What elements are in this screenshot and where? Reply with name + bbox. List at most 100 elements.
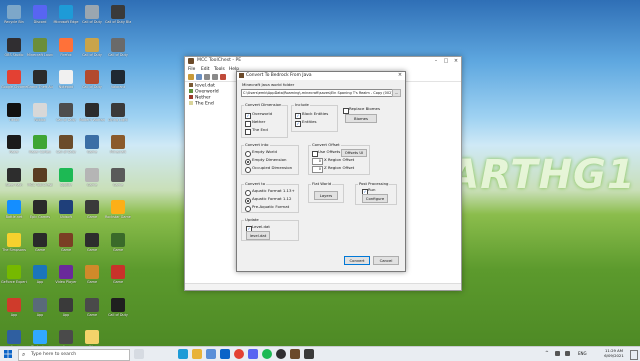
tree-item-the-end[interactable]: The End — [189, 101, 214, 107]
windows-start-icon[interactable] — [3, 349, 13, 359]
aquatic-113-radio[interactable] — [245, 190, 251, 196]
desktop-icon[interactable]: Game — [27, 231, 53, 259]
the-end-checkbox[interactable] — [245, 129, 251, 135]
task-view-icon[interactable] — [134, 349, 144, 359]
minecraft-taskbar-icon[interactable] — [304, 349, 314, 359]
tray-chevron-icon[interactable]: ^ — [545, 351, 549, 356]
browse-folder-button[interactable]: ... — [392, 89, 401, 97]
desktop-icon[interactable]: Call of Duty — [79, 36, 105, 64]
pre-aquatic-radio[interactable] — [245, 206, 251, 212]
menu-file[interactable]: File — [188, 67, 195, 72]
desktop-icon[interactable]: TikTok — [1, 101, 27, 129]
taskbar-search-box[interactable]: ⌕ Type here to search — [18, 349, 130, 361]
desktop-icon[interactable]: Game — [79, 133, 105, 161]
desktop-icon[interactable]: Game — [105, 166, 131, 194]
desktop-icon[interactable]: Recycle Bin — [1, 3, 27, 31]
desktop-icon[interactable]: Call of Duty — [105, 36, 131, 64]
offsets-ui-button[interactable]: Offsets UI — [341, 149, 367, 157]
desktop-icon[interactable]: Razer Cortex — [27, 133, 53, 161]
desktop-icon[interactable]: Spotify — [53, 166, 79, 194]
close-icon[interactable]: × — [451, 57, 461, 66]
language-indicator[interactable]: ENG — [578, 351, 587, 356]
dialog-close-icon[interactable]: × — [395, 71, 405, 80]
discord-taskbar-icon[interactable] — [248, 349, 258, 359]
volume-icon[interactable] — [565, 351, 570, 356]
level-dat-button[interactable]: level.dat — [246, 231, 270, 240]
biomes-button[interactable]: Biomes — [345, 114, 377, 123]
desktop-icon[interactable]: App — [53, 296, 79, 324]
aquatic-112-radio[interactable] — [245, 198, 251, 204]
desktop-icon[interactable]: Game — [105, 263, 131, 291]
network-icon[interactable] — [555, 351, 560, 356]
desktop-icon[interactable]: Video Player — [53, 263, 79, 291]
desktop-icon[interactable]: Game — [79, 198, 105, 226]
desktop-icon[interactable]: Firefox — [53, 36, 79, 64]
desktop-icon[interactable]: Google Chrome — [1, 68, 27, 96]
desktop-icon[interactable]: Game — [79, 166, 105, 194]
desktop-icon[interactable]: Call of Duty — [79, 68, 105, 96]
maximize-icon[interactable]: □ — [441, 57, 451, 66]
desktop-icon[interactable]: Game — [53, 231, 79, 259]
block-entities-checkbox[interactable]: ✓ — [295, 113, 301, 119]
obs-taskbar-icon[interactable] — [276, 349, 286, 359]
mcc-taskbar-icon[interactable] — [290, 349, 300, 359]
desktop-icon[interactable]: Steel Rain — [1, 166, 27, 194]
notifications-icon[interactable] — [630, 350, 638, 360]
menu-edit[interactable]: Edit — [201, 67, 210, 72]
cancel-button[interactable]: Cancel — [373, 256, 399, 265]
overworld-checkbox[interactable]: ✓ — [245, 113, 251, 119]
desktop-icon[interactable]: Call of Duty Black Ops — [105, 3, 131, 31]
desktop-icon[interactable]: Epic Games — [27, 198, 53, 226]
desktop-icon[interactable]: Game — [105, 231, 131, 259]
x-offset-spinner[interactable]: 0 — [312, 158, 323, 165]
desktop-icon[interactable]: The Simpsons — [1, 231, 27, 259]
configure-button[interactable]: Configure — [362, 194, 388, 203]
layers-button[interactable]: Layers — [314, 191, 338, 200]
spotify-taskbar-icon[interactable] — [262, 349, 272, 359]
desktop-icon[interactable]: Call of Duty — [105, 296, 131, 324]
desktop-icon[interactable]: Game — [79, 296, 105, 324]
menu-tools[interactable]: Tools — [214, 67, 225, 72]
edge-taskbar-icon[interactable] — [178, 349, 188, 359]
mail-icon[interactable] — [220, 349, 230, 359]
dialog-titlebar[interactable]: Convert To Bedrock From Java × — [237, 72, 405, 80]
desktop-icon[interactable]: App — [27, 263, 53, 291]
desktop-icon[interactable]: Call of Duty — [53, 133, 79, 161]
desktop-icon[interactable]: App — [27, 296, 53, 324]
chrome-taskbar-icon[interactable] — [234, 349, 244, 359]
save-icon[interactable] — [196, 74, 202, 80]
desktop-icon[interactable]: GeForce Experience — [1, 263, 27, 291]
desktop-icon[interactable]: Discord — [27, 3, 53, 31]
desktop-icon[interactable]: Game — [79, 231, 105, 259]
nether-checkbox[interactable] — [245, 121, 251, 127]
store-icon[interactable] — [206, 349, 216, 359]
desktop-icon[interactable]: Minecraft — [105, 133, 131, 161]
entities-checkbox[interactable]: ✓ — [295, 121, 301, 127]
desktop-icon[interactable]: Call of Duty — [53, 101, 79, 129]
desktop-icon[interactable]: Microsoft Edge — [53, 3, 79, 31]
z-offset-spinner[interactable]: 0 — [312, 166, 323, 173]
desktop-icon[interactable]: Minecraft Launcher — [27, 36, 53, 64]
desktop-icon[interactable]: Battle.net — [1, 198, 27, 226]
desktop-icon[interactable]: MCC ToolChest — [27, 166, 53, 194]
open-folder-icon[interactable] — [188, 74, 194, 80]
desktop-icon[interactable]: OBS Studio — [1, 36, 27, 64]
convert-button[interactable]: Convert — [344, 256, 370, 265]
desktop-icon[interactable]: Dying Light — [105, 101, 131, 129]
occupied-dimension-radio[interactable] — [245, 167, 251, 173]
desktop-icon[interactable]: Razer — [1, 133, 27, 161]
minimize-icon[interactable]: – — [431, 57, 441, 66]
back-icon[interactable] — [204, 74, 210, 80]
delete-icon[interactable] — [220, 74, 226, 80]
desktop-icon[interactable]: Grand Theft Auto V — [27, 68, 53, 96]
desktop-icon[interactable]: Roblox — [27, 101, 53, 129]
desktop-icon[interactable]: App — [1, 296, 27, 324]
empty-dimension-radio[interactable] — [245, 159, 251, 165]
desktop-icon[interactable]: Valorant — [105, 68, 131, 96]
taskbar-clock[interactable]: 11:29 AM 6/09/2021 — [601, 348, 627, 358]
desktop-icon[interactable]: Ubisoft — [53, 198, 79, 226]
desktop-icon[interactable]: Modern Warfare — [79, 101, 105, 129]
desktop-icon[interactable]: Rockstar Games — [105, 198, 131, 226]
world-folder-field[interactable]: C:\Users\emb\AppData\Roaming\.minecraft\… — [241, 89, 393, 97]
forward-icon[interactable] — [212, 74, 218, 80]
